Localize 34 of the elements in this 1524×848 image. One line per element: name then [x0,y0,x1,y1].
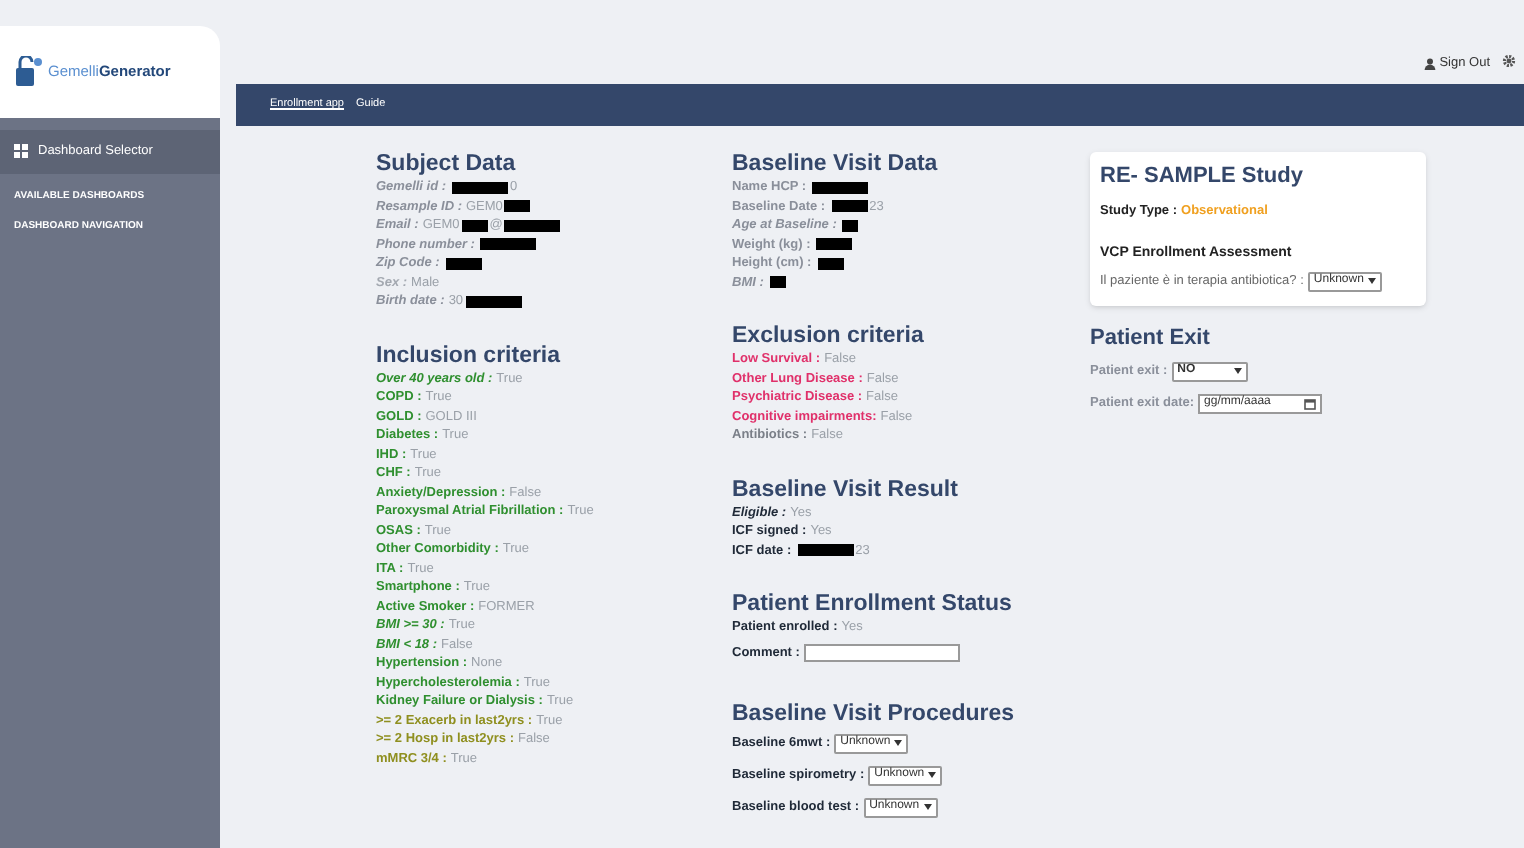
redaction-bar [445,257,482,270]
comment-field[interactable] [803,644,960,662]
redaction-bar [831,200,868,213]
user-icon [1423,57,1436,70]
redaction-bar [816,238,853,251]
redaction-bar [452,181,509,194]
redaction-bar [480,238,537,251]
caret-icon [928,772,937,778]
redaction-bar [812,181,869,194]
section-title: Inclusion criteria [376,343,563,369]
section-title: Baseline Visit Result [732,477,960,503]
caret-icon [923,804,932,810]
section-title: Patient Exit [1090,325,1212,352]
grid-icon [14,144,28,159]
section-title: Baseline Visit Procedures [732,701,1017,727]
redaction-bar [817,257,844,270]
redaction-bar [465,295,522,308]
redaction-bar [461,219,488,232]
section-title: Exclusion criteria [732,324,926,350]
settings-icon[interactable] [1502,54,1516,68]
calendar-icon [1304,397,1317,410]
section-title: Baseline Visit Data [732,152,940,178]
caret-icon [1367,278,1376,285]
redaction-bar [769,276,786,289]
section-title: Subject Data [376,152,518,178]
card-title: RE- SAMPLE Study [1100,162,1305,192]
redaction-bar [504,219,561,232]
redaction-bar [797,544,854,557]
logo-icon [12,56,44,88]
redaction-bar [504,200,531,213]
caret-icon [1233,368,1242,375]
caret-icon [894,740,903,746]
section-title: Patient Enrollment Status [732,592,1014,618]
redaction-bar [842,219,859,232]
